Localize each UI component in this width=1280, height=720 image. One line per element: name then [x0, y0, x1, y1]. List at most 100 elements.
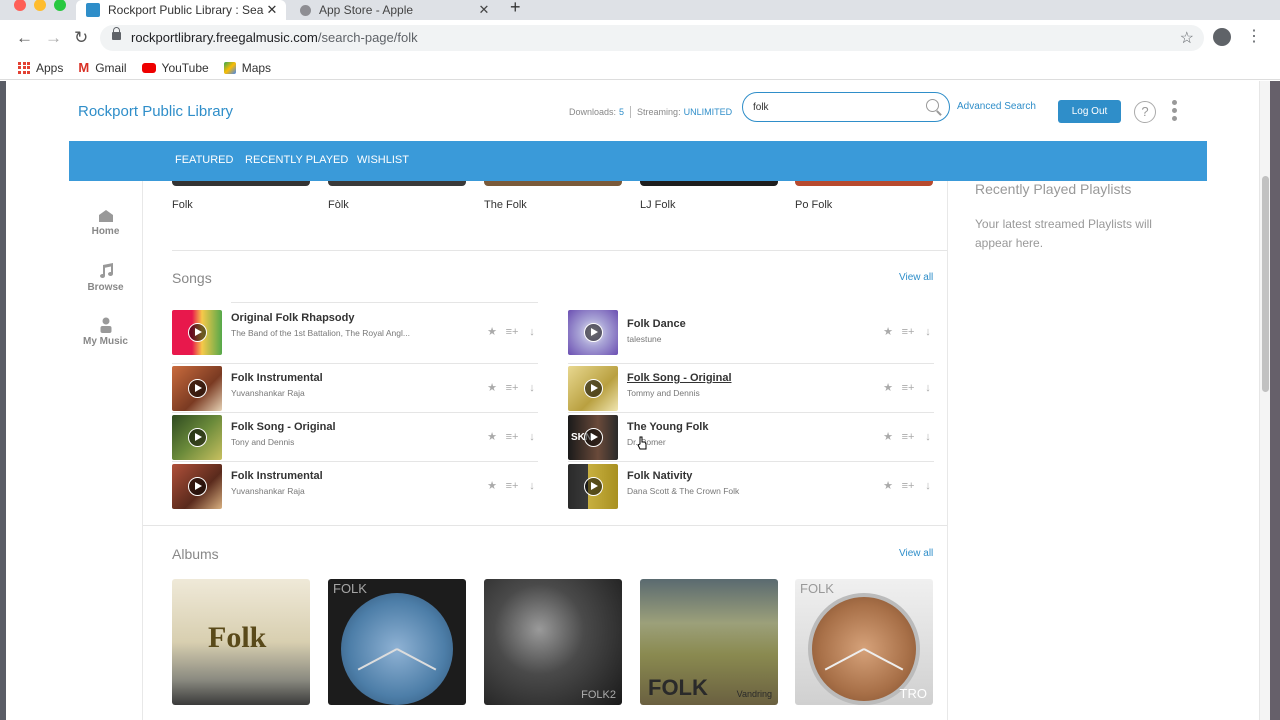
song-row[interactable]: Folk Song - Original Tommy and Dennis ★ …	[568, 363, 934, 412]
scrollbar-thumb[interactable]	[1262, 176, 1269, 392]
albums-view-all-link[interactable]: View all	[899, 548, 933, 559]
forward-arrow-icon[interactable]: →	[45, 29, 62, 47]
bookmark-gmail[interactable]: M Gmail	[78, 60, 126, 75]
play-icon[interactable]	[188, 477, 207, 496]
library-brand-link[interactable]: Rockport Public Library	[78, 103, 233, 120]
play-icon[interactable]	[188, 379, 207, 398]
window-close-button[interactable]	[14, 0, 26, 11]
play-icon[interactable]	[584, 477, 603, 496]
bookmark-star-icon[interactable]: ☆	[1180, 28, 1194, 48]
tab-close-icon[interactable]: ✕	[264, 2, 280, 18]
songs-view-all-link[interactable]: View all	[899, 272, 933, 283]
window-zoom-button[interactable]	[54, 0, 66, 11]
bookmark-youtube[interactable]: YouTube	[141, 61, 209, 75]
download-icon[interactable]: ↓	[522, 431, 542, 443]
play-icon[interactable]	[584, 428, 603, 447]
search-icon[interactable]	[926, 99, 939, 112]
song-row[interactable]: Original Folk Rhapsody The Band of the 1…	[172, 308, 538, 357]
wishlist-star-icon[interactable]: ★	[878, 326, 898, 338]
nav-wishlist[interactable]: WISHLIST	[357, 154, 409, 166]
song-artist[interactable]: Tommy and Dennis	[627, 388, 807, 398]
address-bar[interactable]: rockportlibrary.freegalmusic.com/search-…	[100, 25, 1204, 51]
song-title[interactable]: Folk Song - Original	[627, 372, 732, 384]
add-to-playlist-icon[interactable]: ≡+	[898, 326, 918, 338]
wishlist-star-icon[interactable]: ★	[482, 382, 502, 394]
add-to-playlist-icon[interactable]: ≡+	[898, 382, 918, 394]
nav-recently-played[interactable]: RECENTLY PLAYED	[245, 154, 348, 166]
add-to-playlist-icon[interactable]: ≡+	[898, 480, 918, 492]
result-label[interactable]: LJ Folk	[640, 199, 675, 211]
wishlist-star-icon[interactable]: ★	[878, 480, 898, 492]
wishlist-star-icon[interactable]: ★	[878, 431, 898, 443]
back-arrow-icon[interactable]: ←	[16, 29, 33, 47]
song-title[interactable]: The Young Folk	[627, 421, 708, 433]
add-to-playlist-icon[interactable]: ≡+	[502, 326, 522, 338]
result-thumbnail[interactable]	[484, 181, 622, 186]
more-options-icon[interactable]	[1172, 100, 1178, 124]
play-icon[interactable]	[188, 428, 207, 447]
tab-rockport-library[interactable]: Rockport Public Library : Searc ✕	[76, 0, 286, 20]
song-title[interactable]: Folk Instrumental	[231, 470, 323, 482]
search-input[interactable]	[753, 99, 913, 115]
song-row[interactable]: Folk Dance talestune ★ ≡+ ↓	[568, 308, 934, 357]
song-title[interactable]: Folk Instrumental	[231, 372, 323, 384]
result-thumbnail[interactable]	[328, 181, 466, 186]
song-artist[interactable]: Tony and Dennis	[231, 437, 411, 447]
song-title[interactable]: Folk Song - Original	[231, 421, 336, 433]
tab-close-icon[interactable]: ✕	[476, 2, 492, 18]
profile-avatar-icon[interactable]	[1213, 28, 1231, 46]
play-icon[interactable]	[584, 379, 603, 398]
song-artist[interactable]: Yuvanshankar Raja	[231, 486, 411, 496]
add-to-playlist-icon[interactable]: ≡+	[502, 382, 522, 394]
advanced-search-link[interactable]: Advanced Search	[957, 101, 1036, 112]
album-cover[interactable]: FOLK Vandring	[640, 579, 778, 705]
new-tab-button[interactable]: +	[510, 0, 521, 16]
song-row[interactable]: Folk Nativity Dana Scott & The Crown Fol…	[568, 461, 934, 510]
help-icon[interactable]: ?	[1134, 101, 1156, 123]
wishlist-star-icon[interactable]: ★	[878, 382, 898, 394]
download-icon[interactable]: ↓	[918, 480, 938, 492]
add-to-playlist-icon[interactable]: ≡+	[502, 431, 522, 443]
song-artist[interactable]: The Band of the 1st Battalion, The Royal…	[231, 328, 411, 338]
nav-featured[interactable]: FEATURED	[175, 154, 233, 166]
result-thumbnail[interactable]	[172, 181, 310, 186]
result-label[interactable]: Folk	[172, 199, 193, 211]
download-icon[interactable]: ↓	[918, 326, 938, 338]
result-thumbnail[interactable]	[640, 181, 778, 186]
play-icon[interactable]	[584, 323, 603, 342]
wishlist-star-icon[interactable]: ★	[482, 431, 502, 443]
download-icon[interactable]: ↓	[522, 326, 542, 338]
add-to-playlist-icon[interactable]: ≡+	[502, 480, 522, 492]
album-cover[interactable]: Folk	[172, 579, 310, 705]
result-label[interactable]: Fòlk	[328, 199, 349, 211]
song-title[interactable]: Original Folk Rhapsody	[231, 312, 354, 324]
download-icon[interactable]: ↓	[918, 431, 938, 443]
download-icon[interactable]: ↓	[522, 382, 542, 394]
sidenav-my-music[interactable]: My Music	[69, 317, 142, 347]
tab-app-store[interactable]: App Store - Apple ✕	[292, 0, 498, 20]
song-artist[interactable]: Yuvanshankar Raja	[231, 388, 411, 398]
browser-menu-icon[interactable]: ⋮	[1246, 28, 1262, 46]
song-artist[interactable]: Dr. Romer	[627, 437, 807, 447]
add-to-playlist-icon[interactable]: ≡+	[898, 431, 918, 443]
wishlist-star-icon[interactable]: ★	[482, 480, 502, 492]
result-label[interactable]: The Folk	[484, 199, 527, 211]
song-artist[interactable]: Dana Scott & The Crown Folk	[627, 486, 807, 496]
song-row[interactable]: Folk Song - Original Tony and Dennis ★ ≡…	[172, 412, 538, 461]
play-icon[interactable]	[188, 323, 207, 342]
song-row[interactable]: Folk Instrumental Yuvanshankar Raja ★ ≡+…	[172, 363, 538, 412]
wishlist-star-icon[interactable]: ★	[482, 326, 502, 338]
song-title[interactable]: Folk Nativity	[627, 470, 692, 482]
sidenav-home[interactable]: Home	[69, 209, 142, 237]
album-cover[interactable]: FOLK2	[484, 579, 622, 705]
download-icon[interactable]: ↓	[522, 480, 542, 492]
album-cover[interactable]: FOLK TRO	[795, 579, 933, 705]
page-scrollbar[interactable]	[1259, 81, 1270, 720]
logout-button[interactable]: Log Out	[1058, 100, 1121, 123]
reload-icon[interactable]: ↻	[74, 29, 88, 47]
song-row[interactable]: Folk Instrumental Yuvanshankar Raja ★ ≡+…	[172, 461, 538, 510]
bookmark-apps[interactable]: Apps	[18, 61, 63, 75]
bookmark-maps[interactable]: Maps	[223, 61, 271, 75]
sidenav-browse[interactable]: Browse	[69, 263, 142, 293]
song-title[interactable]: Folk Dance	[627, 318, 686, 330]
